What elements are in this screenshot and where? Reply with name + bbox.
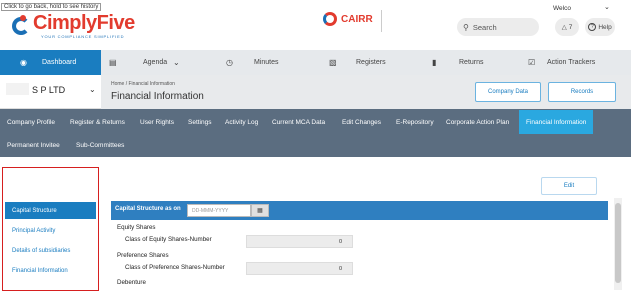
brand-tagline: YOUR COMPLIANCE SIMPLIFIED [41,34,125,39]
tab-current-mca-data[interactable]: Current MCA Data [272,110,325,134]
nav-registers[interactable]: ▧ Registers [311,50,414,75]
cairr-icon [323,12,337,26]
nav-returns-label: Returns [459,59,484,66]
nav-dashboard-label: Dashboard [42,59,77,66]
nav-agenda[interactable]: ▤ Agenda ⌄ [101,50,211,75]
preference-shares-number-field[interactable]: 0 [246,262,353,275]
bell-icon: △ [561,24,567,31]
cairr-label: CAIRR [341,13,373,25]
equity-shares-heading: Equity Shares [117,224,156,231]
search-icon: ⚲ [463,22,469,32]
search-placeholder: Search [472,22,497,32]
company-selector[interactable]: S P LTD ⌄ [0,75,101,109]
tab-e-repository[interactable]: E-Repository [396,110,434,134]
main-nav: ◉ Dashboard ▤ Agenda ⌄ ◷ Minutes ▧ Regis… [0,50,631,75]
nav-returns[interactable]: ▮ Returns [414,50,518,75]
chevron-down-icon: ⌄ [173,58,180,67]
tab-register-returns[interactable]: Register & Returns [70,110,125,134]
dashboard-icon: ◉ [20,58,27,67]
breadcrumb-bar: Home / Financial Information Financial I… [101,75,631,109]
brand-name: CimplyFive [33,12,135,34]
company-name: S P LTD [32,85,66,95]
nav-action-trackers[interactable]: ☑ Action Trackers [518,50,631,75]
sidebar-item-financial-information[interactable]: Financial Information [5,262,96,279]
help-label: Help [598,23,612,31]
sidebar-item-principal-activity[interactable]: Principal Activity [5,222,96,239]
debenture-heading: Debenture [117,279,146,286]
agenda-icon: ▤ [109,58,117,67]
clock-icon: ◷ [226,58,233,67]
app-root: CimplyFive YOUR COMPLIANCE SIMPLIFIED Cl… [0,0,631,299]
company-data-button[interactable]: Company Data [475,82,541,102]
help-button[interactable]: ? Help [585,18,615,36]
tab-company-profile[interactable]: Company Profile [7,110,55,134]
nav-agenda-label: Agenda [143,59,168,66]
nav-dashboard[interactable]: ◉ Dashboard [0,50,101,75]
tab-activity-log[interactable]: Activity Log [225,110,258,134]
preference-shares-heading: Preference Shares [117,252,169,259]
tab-permanent-invitee[interactable]: Permanent Invitee [7,133,60,157]
date-input[interactable]: DD-MMM-YYYY [187,204,251,217]
sidebar-item-capital-structure[interactable]: Capital Structure [5,202,96,219]
cairr-logo[interactable]: CAIRR [323,12,373,26]
document-icon: ▮ [432,58,437,67]
capital-structure-header: Capital Structure as on DD-MMM-YYYY ▦ [111,201,608,220]
tab-edit-changes[interactable]: Edit Changes [342,110,381,134]
folder-icon: ▧ [329,58,337,67]
checklist-icon: ☑ [528,58,536,67]
user-menu-chevron-icon[interactable]: ⌄ [604,3,610,11]
tab-settings[interactable]: Settings [188,110,212,134]
chevron-down-icon: ⌄ [89,85,96,94]
page-title: Financial Information [111,91,204,102]
nav-action-trackers-label: Action Trackers [547,59,596,66]
records-button[interactable]: Records [548,82,616,102]
tab-sub-committees[interactable]: Sub-Committees [76,133,124,157]
tab-user-rights[interactable]: User Rights [140,110,174,134]
notification-count: 7 [568,23,573,31]
edit-button[interactable]: Edit [541,177,597,195]
breadcrumb[interactable]: Home / Financial Information [111,81,175,87]
back-tooltip: Click to go back, hold to see history [1,3,102,11]
nav-registers-label: Registers [356,59,386,66]
cimplyfive-logo[interactable]: CimplyFive YOUR COMPLIANCE SIMPLIFIED [12,12,135,42]
sidebar-item-details-of-subsidiaries[interactable]: Details of subsidiaries [5,242,96,259]
help-icon: ? [588,23,597,31]
equity-shares-number-field[interactable]: 0 [246,235,353,248]
capital-structure-label: Capital Structure as on [115,206,181,212]
top-header: CimplyFive YOUR COMPLIANCE SIMPLIFIED Cl… [0,0,631,50]
company-tabs: Company Profile Register & Returns User … [0,109,631,157]
preference-shares-label: Class of Preference Shares-Number [125,264,225,271]
company-name-mask [6,83,29,95]
scrollbar-thumb[interactable] [615,203,621,283]
logo-mark-icon [12,15,30,37]
nav-minutes-label: Minutes [254,59,279,66]
tab-financial-information[interactable]: Financial Information [519,110,594,134]
tab-corporate-action-plan[interactable]: Corporate Action Plan [446,110,509,134]
welcome-text: Welco [553,5,571,12]
notifications-button[interactable]: △ 7 [555,18,579,36]
equity-shares-label: Class of Equity Shares-Number [125,236,212,243]
calendar-icon[interactable]: ▦ [251,204,269,217]
nav-minutes[interactable]: ◷ Minutes [211,50,311,75]
search-box[interactable]: ⚲ Search [457,18,539,36]
header-divider [381,10,382,32]
